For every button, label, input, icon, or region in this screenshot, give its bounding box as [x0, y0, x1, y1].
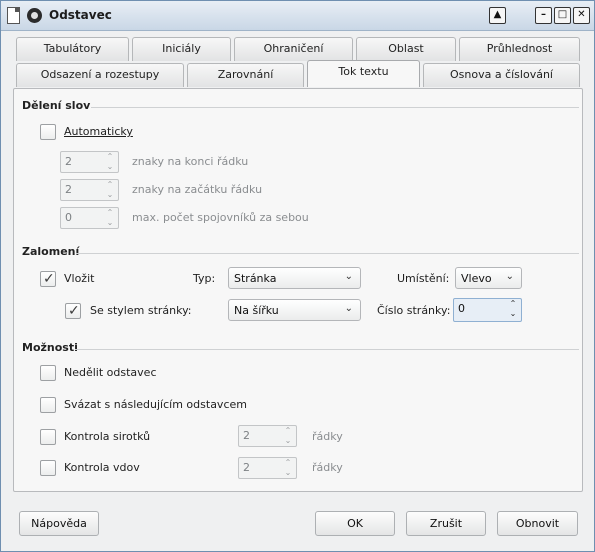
orphan-lines-unit: řádky: [312, 430, 343, 443]
ok-button[interactable]: OK: [315, 511, 395, 536]
start-chars-spinbox[interactable]: 2 ⌃ ⌄: [60, 179, 119, 201]
tab-tok-textu[interactable]: Tok textu: [307, 60, 420, 87]
chevron-down-icon: ⌄: [505, 271, 514, 282]
close-button[interactable]: ✕: [573, 7, 590, 24]
widow-control-label: Kontrola vdov: [64, 461, 140, 474]
checkmark-icon: ✓: [68, 303, 80, 319]
widow-lines-unit: řádky: [312, 461, 343, 474]
no-split-checkbox[interactable]: [40, 365, 56, 381]
spin-arrows-icon[interactable]: ⌃ ⌄: [283, 426, 293, 446]
page-number-value: 0: [458, 302, 465, 315]
max-hyphens-label: max. počet spojovníků za sebou: [132, 211, 309, 224]
tab-ohraniceni[interactable]: Ohraničení: [234, 37, 353, 61]
tab-oblast[interactable]: Oblast: [356, 37, 456, 61]
keep-with-next-checkbox[interactable]: [40, 397, 56, 413]
page-style-checkbox[interactable]: ✓: [65, 303, 81, 319]
pin-icon[interactable]: [27, 8, 42, 23]
orphan-control-checkbox[interactable]: [40, 429, 56, 445]
help-button[interactable]: Nápověda: [19, 511, 99, 536]
tab-inicialy[interactable]: Iniciály: [132, 37, 231, 61]
tab-osnova-a-cislovani[interactable]: Osnova a číslování: [423, 63, 580, 87]
hyphenation-section-title: Dělení slov: [22, 99, 91, 112]
spin-arrows-icon[interactable]: ⌃ ⌄: [508, 299, 518, 319]
orphan-lines-value: 2: [243, 429, 250, 442]
break-type-select[interactable]: Stránka ⌄: [228, 267, 361, 289]
break-position-value: Vlevo: [461, 272, 492, 285]
minimize-button[interactable]: –: [535, 7, 552, 24]
start-chars-value: 2: [65, 183, 72, 196]
chevron-down-icon: ⌄: [344, 271, 353, 282]
insert-break-label: Vložit: [64, 272, 95, 285]
widow-lines-spinbox[interactable]: 2 ⌃ ⌄: [238, 457, 297, 479]
divider: [75, 349, 579, 350]
tab-pruhlednost[interactable]: Průhlednost: [459, 37, 580, 61]
end-chars-spinbox[interactable]: 2 ⌃ ⌄: [60, 151, 119, 173]
insert-break-checkbox[interactable]: ✓: [40, 271, 56, 287]
cancel-button[interactable]: Zrušit: [406, 511, 486, 536]
widow-control-checkbox[interactable]: [40, 460, 56, 476]
spin-arrows-icon[interactable]: ⌃ ⌄: [105, 152, 115, 172]
chevron-down-icon: ⌄: [344, 303, 353, 314]
spin-arrows-icon[interactable]: ⌃ ⌄: [105, 180, 115, 200]
break-position-label: Umístění:: [397, 272, 450, 285]
tab-zarovnani[interactable]: Zarovnání: [187, 63, 304, 87]
breaks-section-title: Zalomení: [22, 245, 80, 258]
page-style-select[interactable]: Na šířku ⌄: [228, 299, 361, 321]
page-style-label: Se stylem stránky:: [90, 304, 192, 317]
orphan-control-label: Kontrola sirotků: [64, 430, 151, 443]
divider: [76, 253, 579, 254]
page-number-label: Číslo stránky:: [377, 304, 451, 317]
break-position-select[interactable]: Vlevo ⌄: [455, 267, 522, 289]
document-icon: [7, 7, 20, 24]
end-chars-value: 2: [65, 155, 72, 168]
start-chars-label: znaky na začátku řádku: [132, 183, 263, 196]
tab-odsazeni-a-rozestupy[interactable]: Odsazení a rozestupy: [16, 63, 184, 87]
break-type-value: Stránka: [234, 272, 277, 285]
checkmark-icon: ✓: [43, 271, 55, 287]
spin-arrows-icon[interactable]: ⌃ ⌄: [283, 458, 293, 478]
tab-tabulatory[interactable]: Tabulátory: [16, 37, 129, 61]
widow-lines-value: 2: [243, 461, 250, 474]
title-bar[interactable]: Odstavec ▲ – □ ✕: [1, 1, 594, 31]
page-style-value: Na šířku: [234, 304, 279, 317]
shade-button[interactable]: ▲: [489, 7, 506, 24]
automatic-hyphenation-label: Automaticky: [64, 125, 133, 138]
options-section-title: Možnosti: [22, 341, 78, 354]
end-chars-label: znaky na konci řádku: [132, 155, 249, 168]
automatic-hyphenation-checkbox[interactable]: [40, 124, 56, 140]
divider: [91, 107, 579, 108]
maximize-button[interactable]: □: [554, 7, 571, 24]
page-number-spinbox[interactable]: 0 ⌃ ⌄: [453, 298, 522, 322]
break-type-label: Typ:: [193, 272, 216, 285]
spin-arrows-icon[interactable]: ⌃ ⌄: [105, 208, 115, 228]
reset-button[interactable]: Obnovit: [497, 511, 578, 536]
window-title: Odstavec: [49, 8, 112, 22]
max-hyphens-spinbox[interactable]: 0 ⌃ ⌄: [60, 207, 119, 229]
no-split-label: Nedělit odstavec: [64, 366, 157, 379]
max-hyphens-value: 0: [65, 211, 72, 224]
orphan-lines-spinbox[interactable]: 2 ⌃ ⌄: [238, 425, 297, 447]
keep-with-next-label: Svázat s následujícím odstavcem: [64, 398, 247, 411]
paragraph-dialog: Odstavec ▲ – □ ✕ Tabulátory Iniciály Ohr…: [0, 0, 595, 552]
